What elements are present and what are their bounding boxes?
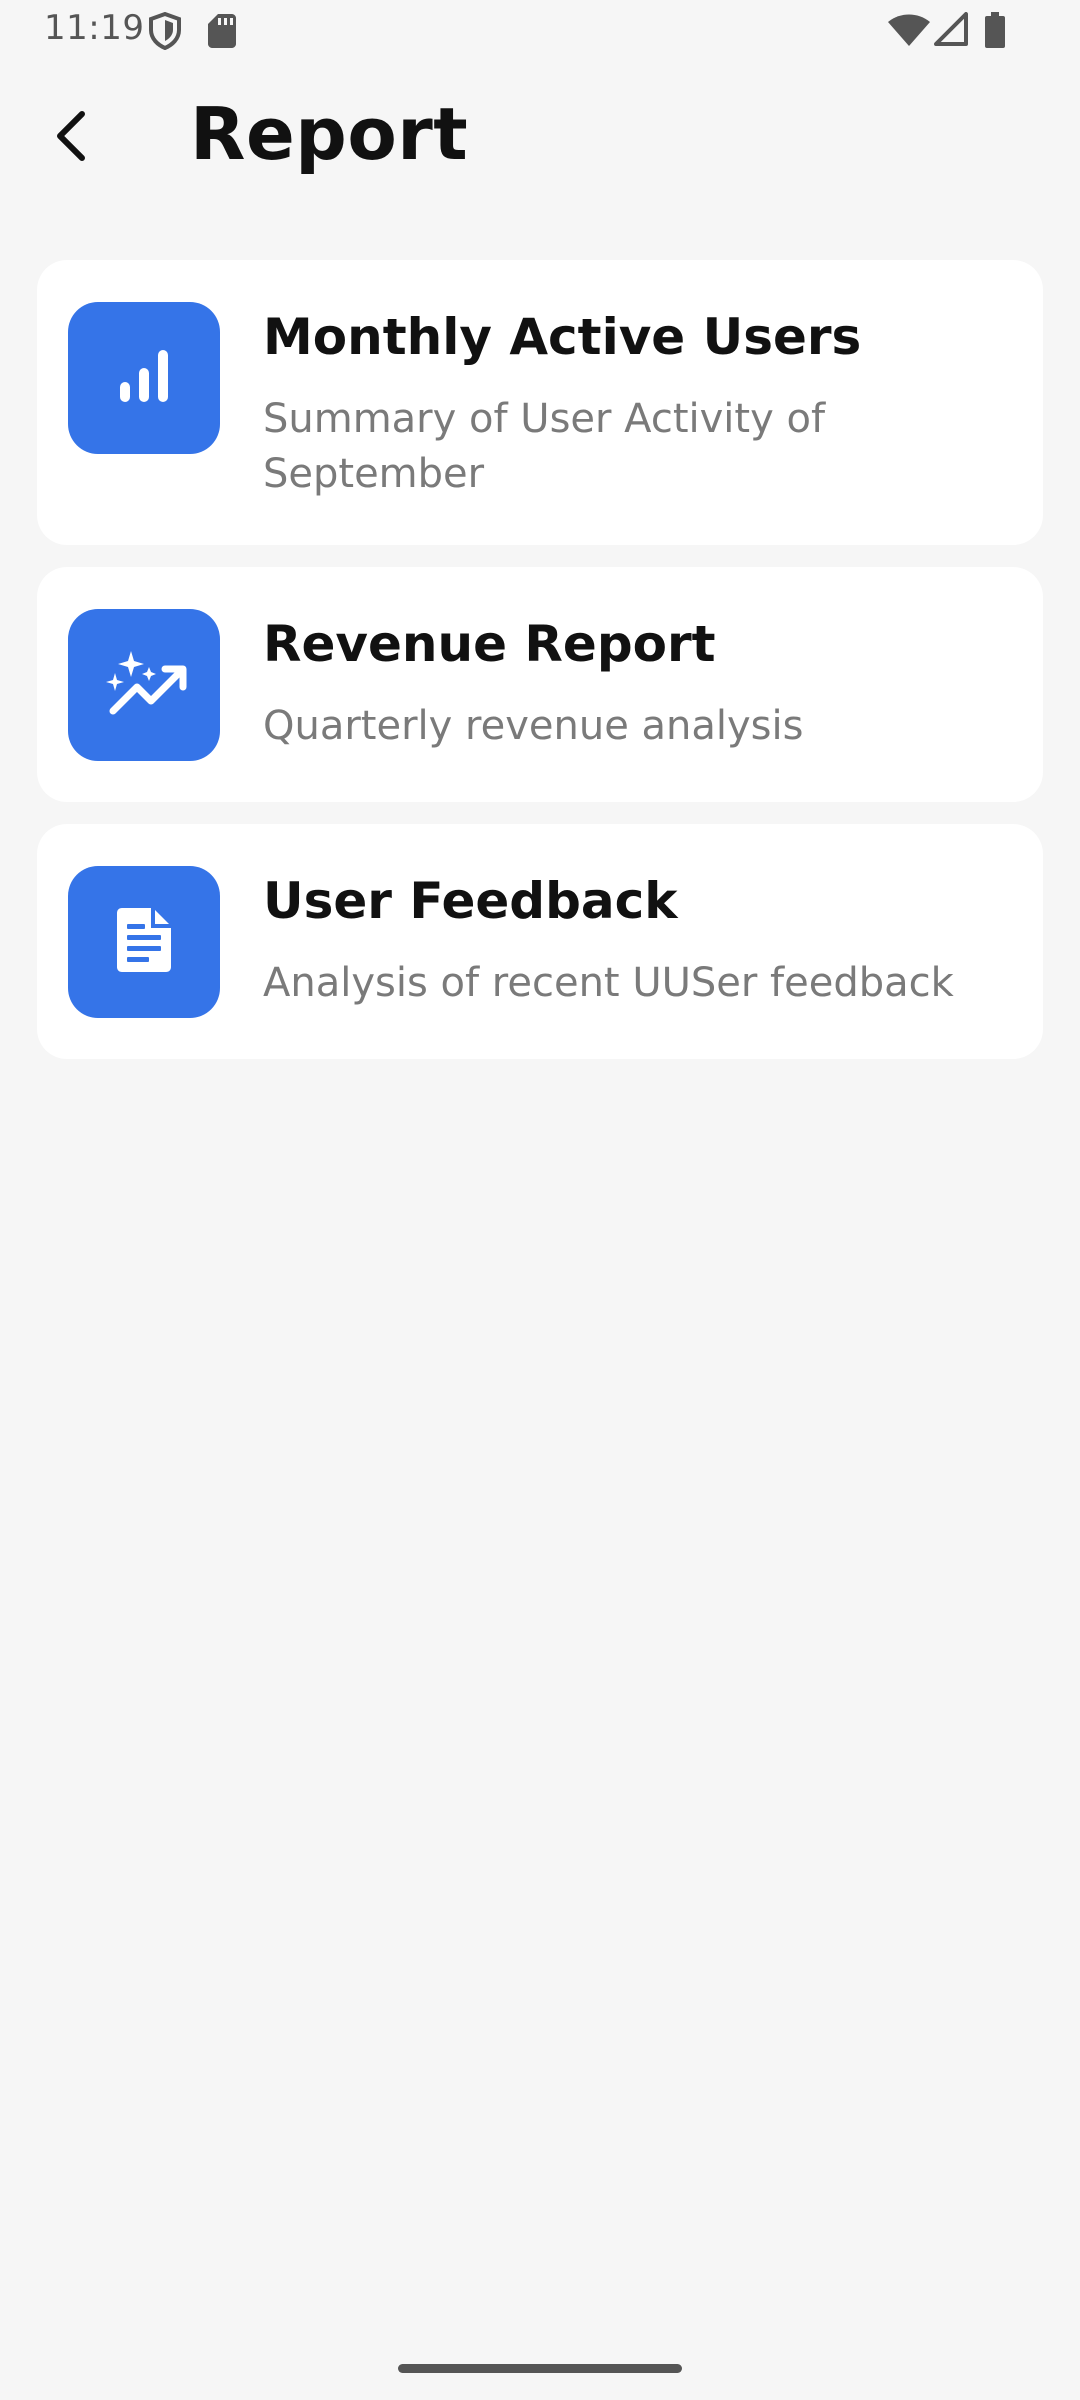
trending-sparkle-icon — [101, 647, 187, 724]
signal-icon — [934, 12, 968, 51]
card-title: User Feedback — [263, 872, 678, 930]
battery-icon — [984, 12, 1006, 53]
wifi-icon — [888, 14, 930, 51]
home-indicator[interactable] — [398, 2364, 682, 2373]
card-title: Revenue Report — [263, 615, 716, 673]
card-title: Monthly Active Users — [263, 308, 862, 366]
shield-icon — [148, 11, 182, 55]
report-card-monthly-active-users[interactable]: Monthly Active Users Summary of User Act… — [37, 260, 1043, 545]
back-arrow-icon — [52, 108, 92, 169]
card-icon-tile — [68, 302, 220, 454]
document-icon — [109, 905, 179, 980]
card-subtitle: Analysis of recent UUSer feedback — [263, 960, 954, 1006]
report-card-user-feedback[interactable]: User Feedback Analysis of recent UUSer f… — [37, 824, 1043, 1059]
status-bar: 11:19 — [0, 0, 1080, 62]
card-subtitle: Summary of User Activity of September — [263, 396, 826, 497]
card-icon-tile — [68, 609, 220, 761]
card-icon-tile — [68, 866, 220, 1018]
card-subtitle: Quarterly revenue analysis — [263, 703, 804, 749]
bar-chart-icon — [112, 344, 176, 413]
page-title: Report — [190, 92, 469, 176]
sd-card-icon — [208, 14, 236, 53]
status-time: 11:19 — [44, 8, 145, 48]
back-button[interactable] — [34, 100, 110, 176]
report-card-revenue-report[interactable]: Revenue Report Quarterly revenue analysi… — [37, 567, 1043, 802]
app-bar: Report — [0, 62, 1080, 212]
